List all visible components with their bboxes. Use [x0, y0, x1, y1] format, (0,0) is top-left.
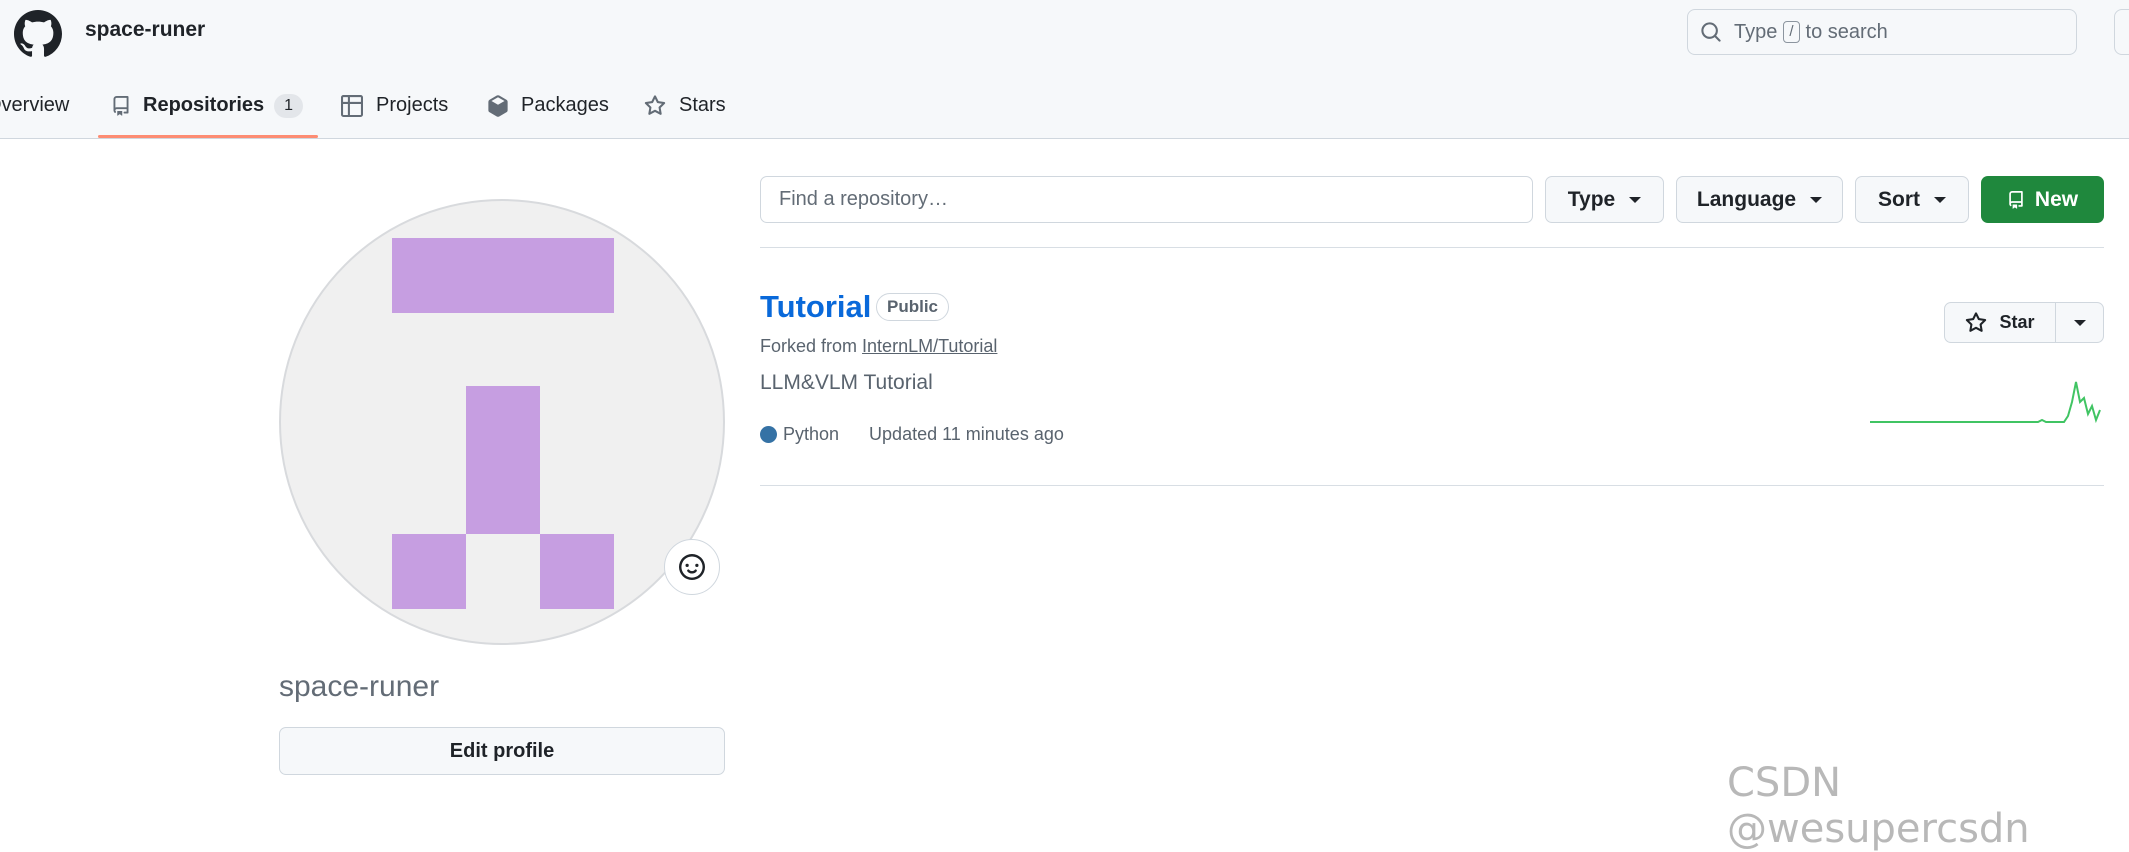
avatar-pixel — [392, 534, 466, 609]
chevron-down-icon — [1629, 196, 1642, 203]
language-color-dot — [760, 426, 777, 443]
tab-packages[interactable]: Packages — [487, 86, 609, 139]
new-repository-button[interactable]: New — [1981, 176, 2104, 223]
divider — [760, 485, 2104, 486]
visibility-badge: Public — [876, 293, 950, 321]
star-label: Star — [1999, 312, 2035, 332]
tab-packages-label: Packages — [521, 94, 609, 116]
avatar-pixel — [466, 386, 540, 534]
repo-meta: Python Updated 11 minutes ago — [760, 424, 1064, 445]
search-shortcut-key: / — [1783, 21, 1800, 43]
type-filter-label: Type — [1567, 187, 1616, 211]
find-repository-input[interactable]: Find a repository… — [760, 176, 1533, 223]
repo-description: LLM&VLM Tutorial — [760, 371, 933, 394]
active-tab-underline — [98, 135, 318, 138]
repo-updated: Updated 11 minutes ago — [869, 424, 1064, 444]
activity-sparkline — [1870, 381, 2101, 424]
sort-button[interactable]: Sort — [1855, 176, 1969, 223]
chevron-down-icon — [2073, 319, 2086, 326]
star-button[interactable]: Star — [1945, 303, 2056, 342]
smiley-icon — [679, 554, 705, 580]
type-filter-button[interactable]: Type — [1545, 176, 1664, 223]
search-icon — [1701, 22, 1721, 42]
new-label: New — [2034, 187, 2079, 211]
watermark-text: CSDN @wesupercsdn — [1727, 760, 2030, 852]
forked-prefix: Forked from — [760, 336, 858, 356]
forked-from: Forked from InternLM/Tutorial — [760, 336, 997, 357]
divider — [760, 247, 2104, 248]
edit-profile-button[interactable]: Edit profile — [279, 727, 725, 775]
tab-projects[interactable]: Projects — [340, 86, 448, 139]
tab-stars-label: Stars — [679, 94, 726, 116]
repositories-count-badge: 1 — [274, 94, 304, 118]
star-icon — [644, 95, 666, 115]
tab-projects-label: Projects — [376, 94, 449, 116]
table-icon — [341, 95, 363, 117]
chevron-down-icon — [1810, 196, 1823, 203]
search-input[interactable]: Type / to search — [1687, 9, 2077, 55]
forked-source-link[interactable]: InternLM/Tutorial — [862, 336, 997, 356]
tab-repositories[interactable]: Repositories 1 — [111, 86, 304, 139]
sort-label: Sort — [1878, 187, 1920, 211]
repo-name-link[interactable]: Tutorial — [760, 289, 871, 325]
profile-name: space-runer — [279, 670, 440, 703]
repo-icon — [113, 96, 129, 116]
find-repository-placeholder: Find a repository… — [779, 188, 948, 210]
search-suffix: to search — [1805, 20, 1888, 43]
language-filter-label: Language — [1696, 187, 1797, 211]
chevron-down-icon — [1934, 196, 1946, 203]
star-icon — [1966, 311, 1987, 332]
github-logo-icon[interactable] — [14, 10, 62, 58]
tab-stars[interactable]: Stars — [643, 86, 726, 139]
avatar-pixel — [392, 238, 614, 313]
repo-language: Python — [783, 424, 840, 444]
header-username[interactable]: space-runer — [85, 18, 205, 42]
avatar-pixel — [540, 534, 614, 609]
avatar[interactable] — [279, 199, 725, 645]
tab-repositories-label: Repositories — [143, 94, 265, 116]
header-action-button[interactable] — [2114, 9, 2129, 55]
repo-icon — [2009, 190, 2023, 209]
language-filter-button[interactable]: Language — [1676, 176, 1843, 223]
tab-overview[interactable]: Overview — [0, 86, 69, 139]
package-icon — [488, 95, 508, 117]
star-button-group: Star — [1944, 302, 2104, 343]
top-header: space-runer Type / to search Overview Re… — [0, 0, 2129, 139]
search-prefix: Type — [1734, 20, 1778, 43]
tab-overview-label: Overview — [0, 94, 70, 116]
star-list-dropdown[interactable] — [2056, 319, 2103, 326]
set-status-button[interactable] — [664, 539, 720, 595]
